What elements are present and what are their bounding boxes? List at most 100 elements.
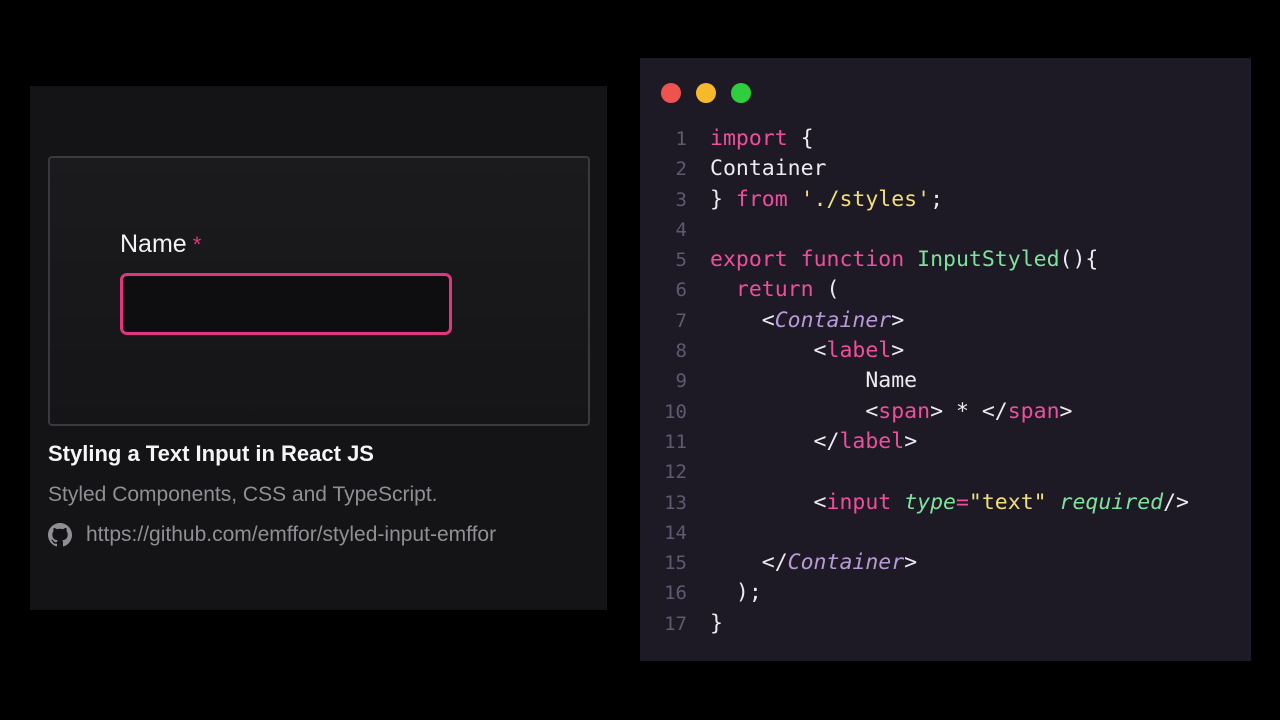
code-token: export (710, 247, 788, 273)
line-number: 10 (664, 400, 687, 423)
line-number: 4 (675, 218, 687, 241)
line-content: <span> * </span> (710, 397, 1072, 427)
line-number: 17 (664, 612, 687, 635)
line-content: } from './styles'; (710, 185, 943, 215)
line-number: 15 (664, 552, 687, 575)
code-token: } (710, 186, 736, 212)
minimize-window-dot[interactable] (696, 83, 716, 103)
line-content: return ( (710, 275, 840, 305)
code-line: 7 <Container> (640, 306, 1189, 336)
code-token: < (710, 398, 879, 424)
card-subtitle: Styled Components, CSS and TypeScript. (48, 483, 438, 506)
code-token: "text" (968, 489, 1047, 515)
line-number: 2 (675, 158, 687, 181)
line-content: <label> (710, 336, 905, 366)
line-number: 6 (675, 279, 687, 302)
line-content: export function InputStyled(){ (710, 245, 1098, 275)
window-controls (661, 83, 766, 103)
code-line: 11 </label> (640, 427, 1189, 457)
line-number: 9 (675, 370, 687, 393)
name-label-text: Name (120, 230, 187, 258)
github-link-text: https://github.com/emffor/styled-input-e… (86, 523, 497, 546)
line-number: 8 (675, 340, 687, 363)
required-mark: * (192, 232, 202, 257)
line-content: <Container> (710, 306, 904, 336)
code-token: < (710, 489, 827, 515)
code-line: 14 (640, 518, 1189, 548)
code-token: /> (1163, 489, 1189, 515)
line-number: 13 (664, 491, 687, 514)
code-token: from (735, 186, 788, 212)
code-token: } (710, 610, 723, 636)
code-line: 3 } from './styles'; (640, 185, 1189, 215)
code-token: { (787, 126, 814, 151)
code-token: </ (710, 550, 788, 576)
card-title: Styling a Text Input in React JS (48, 441, 374, 466)
github-link[interactable]: https://github.com/emffor/styled-input-e… (48, 523, 496, 547)
code-token: ); (710, 580, 762, 606)
code-token: > * </ (930, 398, 1008, 424)
code-line: 15 </Container> (640, 548, 1189, 578)
line-number: 1 (675, 128, 687, 150)
code-line: 2 Container (640, 154, 1189, 184)
code-token: Container (787, 550, 905, 576)
code-token: < (710, 338, 827, 364)
code-token: span (1007, 398, 1060, 424)
code-line: 17} (640, 609, 1189, 639)
close-window-dot[interactable] (661, 83, 681, 103)
code-token: > (904, 428, 918, 454)
name-input[interactable] (120, 273, 452, 335)
code-token: > (1059, 398, 1073, 424)
maximize-window-dot[interactable] (731, 83, 751, 103)
code-token: return (735, 277, 814, 303)
code-block: 1 import {2 Container 3 } from './styles'; 4 5… (640, 124, 1189, 639)
code-line: 8 <label> (640, 336, 1189, 366)
line-number: 7 (675, 309, 687, 332)
code-token: InputStyled (917, 247, 1060, 273)
line-number: 11 (664, 430, 687, 453)
line-number: 3 (675, 188, 687, 211)
code-line: 16 ); (640, 578, 1189, 608)
code-line: 5 export function InputStyled(){ (640, 245, 1189, 275)
code-token: (){ (1059, 247, 1099, 273)
line-content: ); (710, 578, 762, 608)
line-content: Container (710, 154, 827, 184)
name-label: Name * (120, 230, 201, 259)
line-number: 14 (664, 521, 687, 544)
code-token: type (904, 489, 956, 515)
line-content: <input type="text" required/> (710, 488, 1189, 518)
code-token: Container (710, 156, 827, 182)
code-token: </ (710, 428, 840, 454)
code-token: = (955, 489, 969, 515)
code-line: 13 <input type="text" required/> (640, 488, 1189, 518)
code-token: ( (813, 277, 840, 303)
code-line: 12 (640, 457, 1189, 487)
code-editor: 1 import {2 Container 3 } from './styles'; 4 5… (640, 58, 1251, 661)
line-number: 16 (664, 582, 687, 605)
project-card: Name * Styling a Text Input in React JS S… (30, 86, 607, 610)
code-token: ; (930, 186, 944, 212)
code-token: function (800, 247, 905, 273)
input-preview: Name * (48, 156, 590, 426)
code-token: span (878, 398, 931, 424)
github-icon (48, 523, 72, 547)
line-content: } (710, 609, 723, 639)
code-line: 9 Name (640, 366, 1189, 396)
line-number: 12 (664, 461, 687, 484)
code-token: input (826, 489, 892, 515)
code-token: > (904, 550, 918, 576)
code-token: import (710, 126, 788, 151)
code-line: 6 return ( (640, 275, 1189, 305)
code-token: < (710, 307, 775, 333)
code-token: Name (710, 368, 918, 394)
line-content: </Container> (710, 548, 917, 578)
code-token: > (891, 307, 905, 333)
line-number: 5 (675, 249, 687, 272)
line-content: </label> (710, 427, 918, 457)
code-token: > (891, 338, 905, 364)
